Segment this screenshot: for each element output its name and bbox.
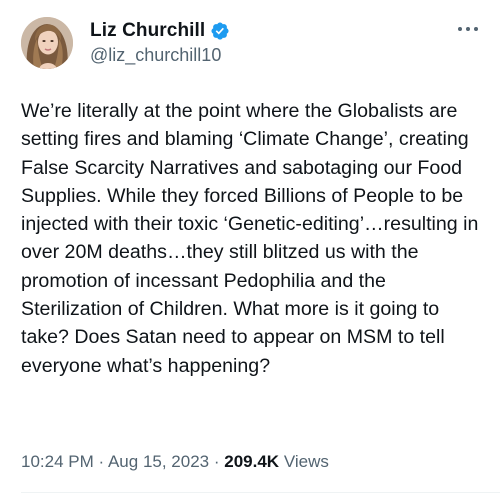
meta-separator: · [98, 452, 105, 471]
author-name-row: Liz Churchill [90, 18, 230, 44]
views-label: Views [283, 452, 329, 471]
tweet-text: We’re literally at the point where the G… [21, 100, 479, 377]
meta-separator: · [213, 452, 220, 471]
avatar-image [21, 17, 73, 69]
author-handle[interactable]: @liz_churchill10 [90, 45, 221, 66]
author-display-name[interactable]: Liz Churchill [90, 20, 205, 42]
tweet-meta: 10:24 PM · Aug 15, 2023 · 209.4K Views [21, 452, 329, 472]
author-avatar[interactable] [21, 17, 73, 69]
divider [21, 492, 500, 493]
more-options-icon[interactable] [456, 22, 480, 34]
views-count[interactable]: 209.4K [224, 452, 279, 471]
tweet-card: Liz Churchill @liz_churchill10 We’re lit… [0, 0, 500, 497]
verified-badge-icon [210, 21, 230, 41]
tweet-time[interactable]: 10:24 PM [21, 452, 94, 471]
tweet-date[interactable]: Aug 15, 2023 [108, 452, 209, 471]
